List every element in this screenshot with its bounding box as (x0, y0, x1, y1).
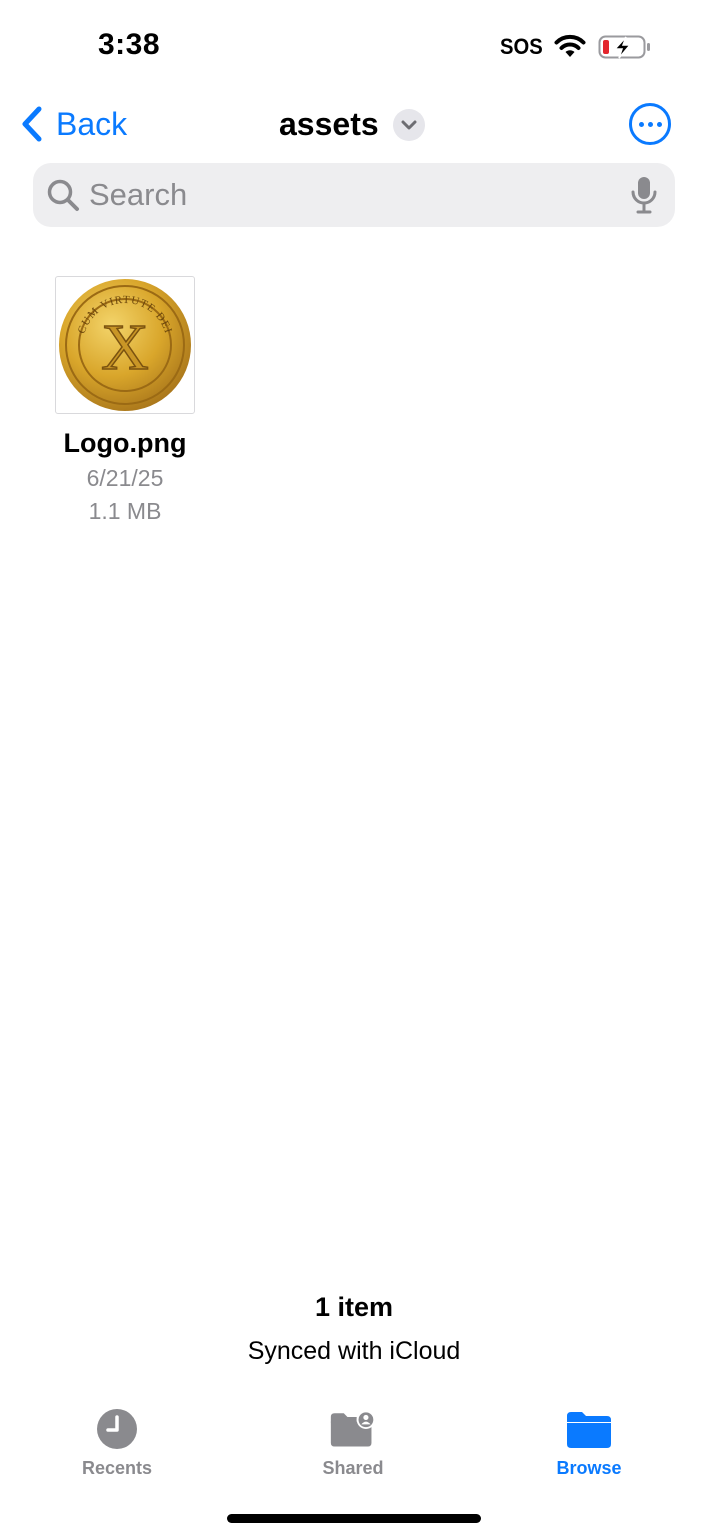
search-icon (47, 179, 79, 211)
search-bar[interactable] (33, 163, 675, 227)
more-options-button[interactable] (629, 103, 671, 145)
page-title: assets (279, 106, 379, 142)
tab-browse[interactable]: Browse (519, 1408, 659, 1479)
chevron-down-icon (392, 108, 425, 141)
item-count: 1 item (314, 1292, 394, 1322)
status-time: 3:38 (98, 28, 161, 61)
back-label: Back (56, 105, 128, 142)
more-icon-dot (647, 121, 653, 127)
coin-letter: X (101, 311, 149, 384)
tab-recents[interactable]: Recents (47, 1408, 187, 1479)
tab-label: Recents (81, 1458, 153, 1478)
battery-charging-icon (598, 35, 650, 59)
home-indicator[interactable] (227, 1514, 481, 1523)
chevron-left-icon (22, 106, 42, 142)
back-button[interactable]: Back (20, 104, 127, 144)
tab-label: Shared (322, 1458, 384, 1478)
sync-status: Synced with iCloud (247, 1337, 461, 1365)
more-icon-dot (656, 121, 662, 127)
file-size: 1.1 MB (88, 498, 162, 524)
tab-shared[interactable]: Shared (283, 1408, 423, 1479)
folder-icon (567, 1412, 611, 1448)
shared-folder-icon (330, 1410, 376, 1447)
file-name: Logo.png (63, 428, 187, 458)
files-screen: 3:38 SOS Back assets Search CUM VIRTUTE … (0, 0, 708, 1536)
file-item[interactable]: CUM VIRTUTE DEI X Logo.png 6/21/25 1.1 M… (40, 276, 210, 525)
folder-title-menu[interactable]: assets (279, 106, 425, 143)
mic-icon[interactable] (629, 175, 659, 215)
wifi-icon (554, 34, 586, 57)
gold-coin-logo-icon: CUM VIRTUTE DEI X (59, 279, 191, 411)
file-thumbnail: CUM VIRTUTE DEI X (55, 276, 195, 414)
search-input[interactable] (89, 177, 629, 213)
file-date: 6/21/25 (86, 465, 164, 491)
tab-label: Browse (556, 1458, 622, 1478)
status-carrier: SOS (500, 34, 543, 59)
more-icon-dot (638, 121, 644, 127)
clock-icon (97, 1409, 137, 1449)
